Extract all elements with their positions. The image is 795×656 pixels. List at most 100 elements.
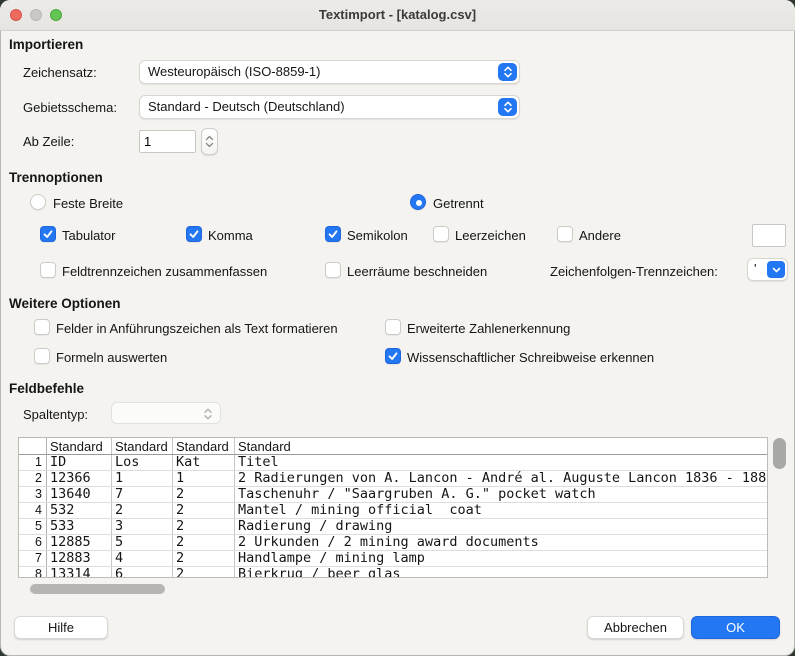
table-cell: 5: [112, 535, 173, 550]
table-cell: Taschenuhr / "Saargruben A. G." pocket w…: [235, 487, 767, 502]
minimize-button[interactable]: [30, 9, 42, 21]
table-cell: 12885: [47, 535, 112, 550]
column-header[interactable]: Standard: [173, 438, 235, 454]
table-row: 4 532 2 2 Mantel / mining official coat: [19, 503, 767, 519]
table-cell: Handlampe / mining lamp: [235, 551, 767, 566]
column-type-label: Spaltentyp:: [23, 407, 88, 422]
row-number: 4: [19, 503, 47, 518]
textimport-dialog: Textimport - [katalog.csv] Importieren Z…: [0, 0, 795, 656]
separated-radio[interactable]: [410, 194, 426, 210]
from-row-stepper[interactable]: [201, 128, 218, 155]
section-feldbefehle: Feldbefehle: [9, 381, 84, 396]
corner-cell: [19, 438, 47, 454]
table-cell: 2: [173, 535, 235, 550]
table-cell: Titel: [235, 455, 767, 470]
charset-label: Zeichensatz:: [23, 65, 97, 80]
table-cell: 1: [112, 471, 173, 486]
table-row: 5 533 3 2 Radierung / drawing: [19, 519, 767, 535]
stepper-down-icon: [205, 142, 214, 148]
table-cell: 2: [173, 567, 235, 578]
stepper-up-icon: [205, 135, 214, 141]
quoted-as-text-label: Felder in Anführungszeichen als Text for…: [56, 321, 338, 336]
other-checkbox[interactable]: [557, 226, 573, 242]
charset-value: Westeuropäisch (ISO-8859-1): [148, 64, 320, 79]
table-cell: 2: [173, 519, 235, 534]
preview-table[interactable]: Standard Standard Standard Standard 1 ID…: [18, 437, 768, 578]
table-cell: 13314: [47, 567, 112, 578]
table-cell: Bierkrug / beer glas: [235, 567, 767, 578]
close-button[interactable]: [10, 9, 22, 21]
vertical-scrollbar[interactable]: [773, 438, 786, 469]
ok-button[interactable]: OK: [691, 616, 780, 639]
table-cell: 12366: [47, 471, 112, 486]
table-row: 7 12883 4 2 Handlampe / mining lamp: [19, 551, 767, 567]
title-bar: Textimport - [katalog.csv]: [0, 0, 795, 31]
trim-spaces-label: Leerräume beschneiden: [347, 264, 487, 279]
table-cell: 533: [47, 519, 112, 534]
detect-numbers-label: Erweiterte Zahlenerkennung: [407, 321, 570, 336]
fixed-width-label: Feste Breite: [53, 196, 123, 211]
horizontal-scrollbar[interactable]: [30, 584, 165, 594]
table-cell: 532: [47, 503, 112, 518]
table-cell: 3: [112, 519, 173, 534]
locale-value: Standard - Deutsch (Deutschland): [148, 99, 345, 114]
from-row-input[interactable]: [139, 130, 196, 153]
charset-select[interactable]: Westeuropäisch (ISO-8859-1): [139, 60, 520, 84]
help-button[interactable]: Hilfe: [14, 616, 108, 639]
chevron-down-icon: [767, 261, 785, 278]
other-label: Andere: [579, 228, 621, 243]
merge-delimiters-checkbox[interactable]: [40, 262, 56, 278]
table-cell: 6: [112, 567, 173, 578]
zoom-button[interactable]: [50, 9, 62, 21]
row-number: 7: [19, 551, 47, 566]
quoted-as-text-checkbox[interactable]: [34, 319, 50, 335]
detect-scientific-label: Wissenschaftlicher Schreibweise erkennen: [407, 350, 654, 365]
from-row-label: Ab Zeile:: [23, 134, 74, 149]
detect-scientific-checkbox[interactable]: [385, 348, 401, 364]
row-number: 8: [19, 567, 47, 578]
trim-spaces-checkbox[interactable]: [325, 262, 341, 278]
table-cell: Los: [112, 455, 173, 470]
column-header[interactable]: Standard: [112, 438, 173, 454]
section-weitere-optionen: Weitere Optionen: [9, 296, 121, 311]
table-cell: 7: [112, 487, 173, 502]
chevron-updown-icon: [498, 63, 517, 81]
string-delimiter-label: Zeichenfolgen-Trennzeichen:: [550, 264, 718, 279]
locale-select[interactable]: Standard - Deutsch (Deutschland): [139, 95, 520, 119]
detect-numbers-checkbox[interactable]: [385, 319, 401, 335]
table-cell: Mantel / mining official coat: [235, 503, 767, 518]
comma-checkbox[interactable]: [186, 226, 202, 242]
table-row: 2 12366 1 1 2 Radierungen von A. Lancon …: [19, 471, 767, 487]
evaluate-formulas-checkbox[interactable]: [34, 348, 50, 364]
table-row: 3 13640 7 2 Taschenuhr / "Saargruben A. …: [19, 487, 767, 503]
fixed-width-radio[interactable]: [30, 194, 46, 210]
tab-checkbox[interactable]: [40, 226, 56, 242]
space-checkbox[interactable]: [433, 226, 449, 242]
tab-label: Tabulator: [62, 228, 115, 243]
table-cell: ID: [47, 455, 112, 470]
column-type-select: [111, 402, 221, 424]
string-delimiter-combo[interactable]: ': [747, 258, 788, 281]
table-cell: 2: [112, 503, 173, 518]
table-row: 8 13314 6 2 Bierkrug / beer glas: [19, 567, 767, 578]
chevron-updown-icon: [203, 405, 215, 423]
table-header-row: Standard Standard Standard Standard: [19, 438, 767, 455]
column-header[interactable]: Standard: [47, 438, 112, 454]
section-importieren: Importieren: [9, 37, 83, 52]
table-row: 6 12885 5 2 2 Urkunden / 2 mining award …: [19, 535, 767, 551]
space-label: Leerzeichen: [455, 228, 526, 243]
other-separator-input[interactable]: [752, 224, 786, 247]
table-cell: 12883: [47, 551, 112, 566]
string-delimiter-value: ': [754, 261, 756, 276]
row-number: 3: [19, 487, 47, 502]
table-cell: 4: [112, 551, 173, 566]
cancel-button[interactable]: Abbrechen: [587, 616, 684, 639]
table-row: 1 ID Los Kat Titel: [19, 455, 767, 471]
table-cell: 2 Urkunden / 2 mining award documents: [235, 535, 767, 550]
table-cell: Radierung / drawing: [235, 519, 767, 534]
semicolon-checkbox[interactable]: [325, 226, 341, 242]
separated-label: Getrennt: [433, 196, 484, 211]
window-title: Textimport - [katalog.csv]: [0, 0, 795, 30]
section-trennoptionen: Trennoptionen: [9, 170, 103, 185]
column-header[interactable]: Standard: [235, 438, 767, 454]
